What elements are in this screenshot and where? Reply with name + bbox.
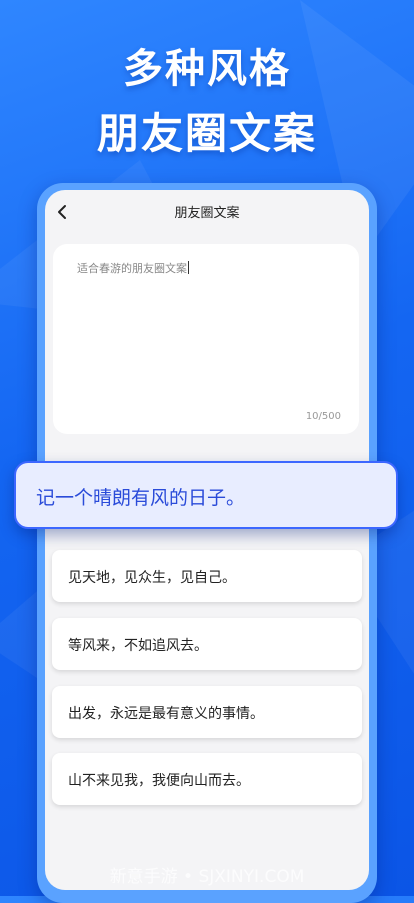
result-card[interactable]: 见天地，见众生，见自己。 [52,550,362,602]
result-card[interactable]: 等风来，不如追风去。 [52,618,362,670]
highlighted-result-text: 记一个晴朗有风的日子。 [36,487,246,509]
result-text: 出发，永远是最有意义的事情。 [68,706,264,722]
watermark: 新意手游 • SJXINYI.COM [109,867,305,887]
result-text: 等风来，不如追风去。 [68,638,208,654]
nav-title: 朋友圈文案 [174,206,240,221]
highlighted-result-card[interactable]: 记一个晴朗有风的日子。 [14,461,398,529]
promo-headline-line2: 朋友圈文案 [96,109,317,158]
result-text: 见天地，见众生，见自己。 [68,570,236,586]
text-caret [188,261,189,274]
phone-screen: 朋友圈文案 适合春游的朋友圈文案 10/500 见天地，见众生，见自己。 等风来… [45,190,369,890]
nav-bar: 朋友圈文案 [45,190,369,234]
result-text: 山不来见我，我便向山而去。 [68,773,250,789]
prompt-textarea[interactable]: 适合春游的朋友圈文案 10/500 [53,244,359,434]
char-count: 10/500 [305,411,341,422]
result-card[interactable]: 山不来见我，我便向山而去。 [52,753,362,805]
promo-headline-line1: 多种风格 [123,46,291,92]
prompt-input-value: 适合春游的朋友圈文案 [77,261,189,275]
result-card[interactable]: 出发，永远是最有意义的事情。 [52,686,362,738]
